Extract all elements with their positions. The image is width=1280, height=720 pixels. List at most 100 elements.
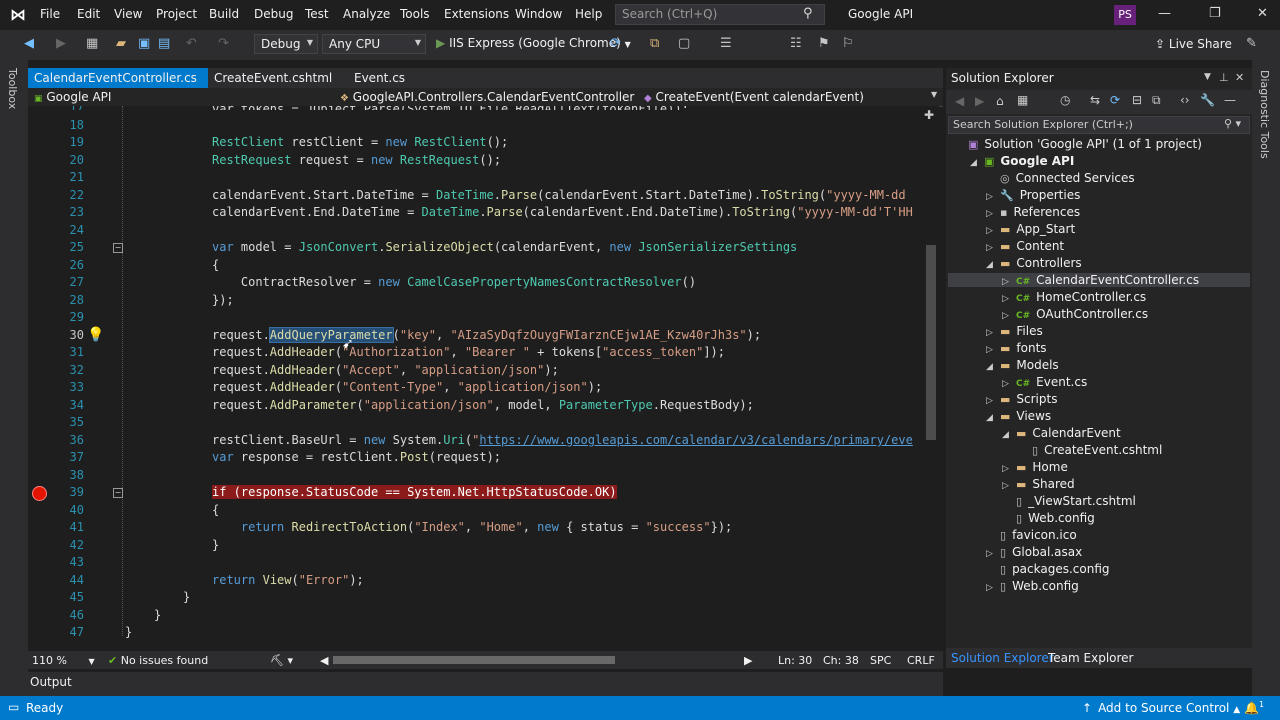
chevron-down-icon[interactable]: ▼	[931, 90, 937, 99]
menu-extensions[interactable]: Extensions	[444, 7, 509, 21]
tree-item[interactable]: ◎ Connected Services	[986, 171, 1135, 185]
tree-item[interactable]: ▷ ▬ Content	[986, 239, 1064, 253]
tab-create-event[interactable]: CreateEvent.cshtml	[208, 68, 348, 88]
menu-help[interactable]: Help	[575, 7, 602, 21]
back-icon[interactable]: ◀	[955, 94, 964, 108]
project-nav-dropdown[interactable]: ▣ Google API	[34, 90, 111, 104]
collapsed-arrow-icon[interactable]: ▷	[986, 243, 1000, 253]
collapsed-arrow-icon[interactable]: ▷	[986, 226, 1000, 236]
scroll-right-icon[interactable]: ▶	[744, 654, 752, 667]
browser-link-icon[interactable]: ⧉	[650, 36, 659, 51]
chevron-down-icon[interactable]: ▼	[1204, 72, 1211, 82]
bookmark-prev-icon[interactable]: ⚐	[842, 36, 854, 51]
menu-analyze[interactable]: Analyze	[343, 7, 390, 21]
column-indicator[interactable]: Ch: 38	[823, 654, 859, 667]
solution-explorer-search-input[interactable]: Search Solution Explorer (Ctrl+;)	[948, 116, 1250, 134]
output-tab[interactable]: Output	[30, 675, 72, 689]
class-nav-dropdown[interactable]: ❖ GoogleAPI.Controllers.CalendarEventCon…	[340, 90, 634, 104]
collapsed-arrow-icon[interactable]: ▷	[986, 328, 1000, 338]
tree-item[interactable]: ◢ ▬ Controllers	[986, 256, 1082, 270]
run-button[interactable]: ▶ IIS Express (Google Chrome) ▼	[436, 36, 631, 50]
undo-icon[interactable]: ↶	[186, 36, 197, 51]
brush-icon[interactable]: ⛏ ▾	[270, 654, 293, 667]
tree-item[interactable]: ▷ ▬ Files	[986, 324, 1043, 338]
tree-item[interactable]: ▯ _ViewStart.cshtml	[1002, 494, 1136, 508]
menu-edit[interactable]: Edit	[77, 7, 100, 21]
pending-changes-icon[interactable]: ◷	[1060, 93, 1070, 107]
switch-views-icon[interactable]: ▦	[1017, 93, 1028, 107]
tree-item[interactable]: ▷ ▯ Web.config	[986, 579, 1079, 593]
show-all-files-icon[interactable]: ⧉	[1152, 93, 1161, 108]
menu-build[interactable]: Build	[209, 7, 239, 21]
collapsed-arrow-icon[interactable]: ▷	[986, 396, 1000, 406]
tree-item[interactable]: ▷ ▬ fonts	[986, 341, 1047, 355]
collapse-icon[interactable]: −	[113, 488, 123, 498]
tree-item[interactable]: ▯ favicon.ico	[986, 528, 1077, 542]
tree-item[interactable]: ▷ C# OAuthController.cs	[1002, 307, 1148, 321]
tree-item[interactable]: ▷ ▬ Scripts	[986, 392, 1057, 406]
tree-item[interactable]: ▷ C# HomeController.cs	[1002, 290, 1146, 304]
save-all-icon[interactable]: ▤	[158, 36, 170, 51]
refresh-icon[interactable]: ⟳	[610, 36, 621, 51]
platform-dropdown[interactable]: Any CPU ▼	[322, 34, 426, 54]
tree-item[interactable]: ◢ ▣ Google API	[970, 154, 1074, 168]
tree-item[interactable]: ▷ ▬ App_Start	[986, 222, 1075, 236]
collapse-all-icon[interactable]: ⊟	[1132, 93, 1142, 107]
screenshot-icon[interactable]: ▢	[678, 36, 690, 51]
forward-icon[interactable]: ▶	[975, 94, 984, 108]
tab-solution-explorer[interactable]: Solution Explorer	[951, 651, 1054, 665]
search-icon[interactable]: ⚲ ▾	[1224, 117, 1241, 130]
save-icon[interactable]: ▣	[138, 36, 150, 51]
collapsed-arrow-icon[interactable]: ▷	[1002, 481, 1016, 491]
tree-item[interactable]: ▷ ▬ Home	[1002, 460, 1068, 474]
uncomment-icon[interactable]: ☷	[790, 36, 802, 51]
collapsed-arrow-icon[interactable]: ▷	[986, 192, 1000, 202]
split-icon[interactable]: ✚	[924, 108, 934, 122]
sync-icon[interactable]: ⇆	[1090, 93, 1100, 107]
live-share-button[interactable]: ⇪ Live Share	[1155, 37, 1232, 51]
back-icon[interactable]: ◀	[24, 36, 34, 51]
tree-item[interactable]: ▷ 🔧 Properties	[986, 188, 1080, 202]
expanded-arrow-icon[interactable]: ◢	[986, 260, 1000, 270]
tree-item[interactable]: ◢ ▬ Models	[986, 358, 1059, 372]
notifications-icon[interactable]: 🔔1	[1244, 700, 1264, 715]
expanded-arrow-icon[interactable]: ◢	[986, 362, 1000, 372]
expanded-arrow-icon[interactable]: ◢	[1002, 430, 1016, 440]
expanded-arrow-icon[interactable]: ◢	[986, 413, 1000, 423]
collapsed-arrow-icon[interactable]: ▷	[986, 549, 1000, 559]
tab-event[interactable]: Event.cs	[348, 68, 438, 88]
vertical-scrollbar-thumb[interactable]	[926, 245, 936, 440]
line-indicator[interactable]: Ln: 30	[778, 654, 812, 667]
maximize-icon[interactable]: ❐	[1209, 6, 1221, 21]
menu-test[interactable]: Test	[305, 7, 329, 21]
collapsed-arrow-icon[interactable]: ▷	[1002, 311, 1016, 321]
line-ending-indicator[interactable]: CRLF	[907, 654, 935, 667]
member-nav-dropdown[interactable]: ◆ CreateEvent(Event calendarEvent)	[644, 90, 864, 104]
zoom-dropdown[interactable]: 110 % ▼	[32, 654, 95, 667]
refresh-icon[interactable]: ⟳	[1110, 93, 1120, 107]
minimize-icon[interactable]: —	[1158, 6, 1171, 21]
collapsed-arrow-icon[interactable]: ▷	[1002, 464, 1016, 474]
spacing-indicator[interactable]: SPC	[870, 654, 891, 667]
menu-project[interactable]: Project	[156, 7, 197, 21]
feedback-icon[interactable]: ✎	[1246, 36, 1257, 51]
collapse-icon[interactable]: −	[113, 243, 123, 253]
lightbulb-icon[interactable]: 💡	[87, 327, 104, 343]
menu-view[interactable]: View	[114, 7, 142, 21]
tree-item[interactable]: ▣ Solution 'Google API' (1 of 1 project)	[954, 137, 1202, 151]
avatar[interactable]: PS	[1114, 5, 1136, 25]
close-panel-icon[interactable]: ✕	[1235, 71, 1244, 84]
collapsed-arrow-icon[interactable]: ▷	[1002, 277, 1016, 287]
tab-calendar-event-controller[interactable]: CalendarEventController.cs ⊸ ✕	[28, 68, 208, 105]
home-icon[interactable]: ⌂	[996, 94, 1004, 108]
scroll-left-icon[interactable]: ◀	[320, 654, 328, 667]
pin-icon[interactable]: ⊥	[1219, 71, 1229, 84]
tree-item[interactable]: ▷ ▪ References	[986, 205, 1080, 219]
breakpoint-icon[interactable]	[32, 486, 47, 501]
configuration-dropdown[interactable]: Debug ▼	[254, 34, 318, 54]
tree-item[interactable]: ▷ C# CalendarEventController.cs	[948, 273, 1250, 287]
tree-item[interactable]: ▯ Web.config	[1002, 511, 1095, 525]
collapsed-arrow-icon[interactable]: ▷	[986, 209, 1000, 219]
open-folder-icon[interactable]: ▰	[116, 36, 126, 51]
menu-window[interactable]: Window	[515, 7, 562, 21]
